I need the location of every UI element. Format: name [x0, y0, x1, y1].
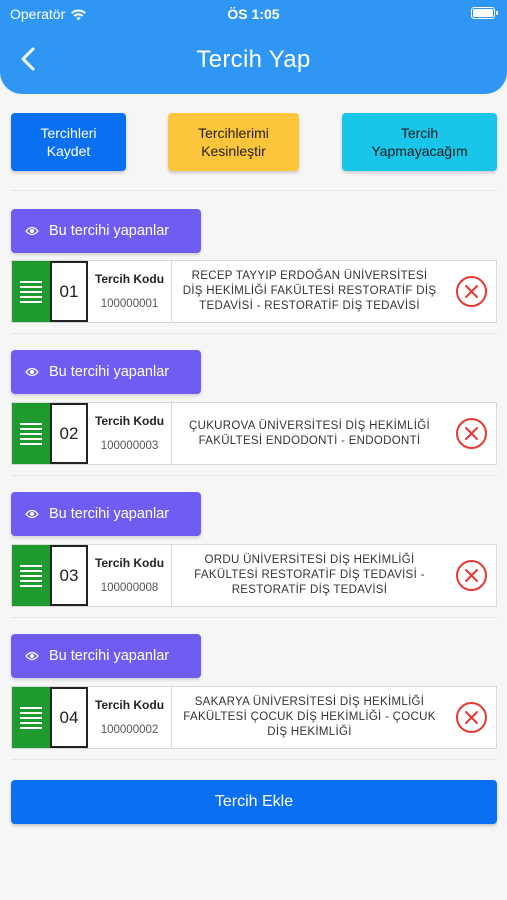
eye-icon — [25, 651, 39, 661]
divider — [11, 475, 497, 476]
code-value: 100000008 — [100, 582, 159, 594]
viewers-label: Bu tercihi yapanlar — [49, 364, 170, 380]
preference-row: 03 Tercih Kodu 100000008 ORDU ÜNİVERSİTE… — [11, 544, 497, 607]
preference-row: 02 Tercih Kodu 100000003 ÇUKUROVA ÜNİVER… — [11, 402, 497, 465]
eye-icon — [25, 367, 39, 377]
no-preference-button[interactable]: Tercih Yapmayacağım — [342, 113, 497, 171]
program-name: RECEP TAYYIP ERDOĞAN ÜNİVERSİTESİ DİŞ HE… — [182, 270, 437, 312]
eye-icon — [25, 509, 39, 519]
divider — [11, 617, 497, 618]
drag-handle[interactable] — [12, 687, 50, 748]
code-value: 100000002 — [100, 724, 159, 736]
code-value: 100000003 — [100, 440, 159, 452]
program-name: SAKARYA ÜNİVERSİTESİ DİŞ HEKİMLİĞİ FAKÜL… — [183, 696, 436, 738]
code-label: Tercih Kodu — [94, 272, 165, 286]
preference-code: Tercih Kodu 100000003 — [88, 403, 172, 464]
remove-preference-button[interactable] — [447, 687, 496, 748]
remove-preference-button[interactable] — [447, 403, 496, 464]
remove-preference-button[interactable] — [447, 545, 496, 606]
viewers-label: Bu tercihi yapanlar — [49, 223, 170, 239]
code-value: 100000001 — [100, 298, 159, 310]
code-label: Tercih Kodu — [94, 414, 165, 428]
preference-order: 01 — [50, 261, 88, 322]
preference-code: Tercih Kodu 100000008 — [88, 545, 172, 606]
program-name: ÇUKUROVA ÜNİVERSİTESİ DİŞ HEKİMLİĞİ FAKÜ… — [189, 419, 430, 447]
drag-handle[interactable] — [12, 545, 50, 606]
close-icon — [456, 418, 487, 449]
preference-code: Tercih Kodu 100000002 — [88, 687, 172, 748]
status-bar: Operatör ÖS 1:05 — [0, 0, 507, 28]
add-preference-button[interactable]: Tercih Ekle — [11, 780, 497, 824]
status-time: ÖS 1:05 — [227, 6, 280, 22]
close-icon — [456, 560, 487, 591]
preference-viewers-button[interactable]: Bu tercihi yapanlar — [11, 492, 201, 536]
drag-handle[interactable] — [12, 261, 50, 322]
battery-icon — [471, 7, 498, 19]
preference-row: 04 Tercih Kodu 100000002 SAKARYA ÜNİVERS… — [11, 686, 497, 749]
eye-icon — [25, 226, 39, 236]
close-icon — [456, 702, 487, 733]
drag-handle[interactable] — [12, 403, 50, 464]
preference-order: 02 — [50, 403, 88, 464]
app-header: Operatör ÖS 1:05 Tercih Yap — [0, 0, 507, 94]
viewers-label: Bu tercihi yapanlar — [49, 648, 170, 664]
preference-viewers-button[interactable]: Bu tercihi yapanlar — [11, 350, 201, 394]
divider — [11, 190, 497, 191]
preference-order: 03 — [50, 545, 88, 606]
code-label: Tercih Kodu — [94, 698, 165, 712]
divider — [11, 759, 497, 760]
preference-row: 01 Tercih Kodu 100000001 RECEP TAYYIP ER… — [11, 260, 497, 323]
close-icon — [456, 276, 487, 307]
viewers-label: Bu tercihi yapanlar — [49, 506, 170, 522]
preference-viewers-button[interactable]: Bu tercihi yapanlar — [11, 634, 201, 678]
preference-viewers-button[interactable]: Bu tercihi yapanlar — [11, 209, 201, 253]
save-preferences-button[interactable]: Tercihleri Kaydet — [11, 113, 126, 171]
code-label: Tercih Kodu — [94, 556, 165, 570]
program-name: ORDU ÜNİVERSİTESİ DİŞ HEKİMLİĞİ FAKÜLTES… — [194, 554, 425, 596]
preference-code: Tercih Kodu 100000001 — [88, 261, 172, 322]
divider — [11, 333, 497, 334]
finalize-preferences-button[interactable]: Tercihlerimi Kesinleştir — [168, 113, 299, 171]
page-title: Tercih Yap — [196, 46, 311, 73]
preference-order: 04 — [50, 687, 88, 748]
remove-preference-button[interactable] — [447, 261, 496, 322]
